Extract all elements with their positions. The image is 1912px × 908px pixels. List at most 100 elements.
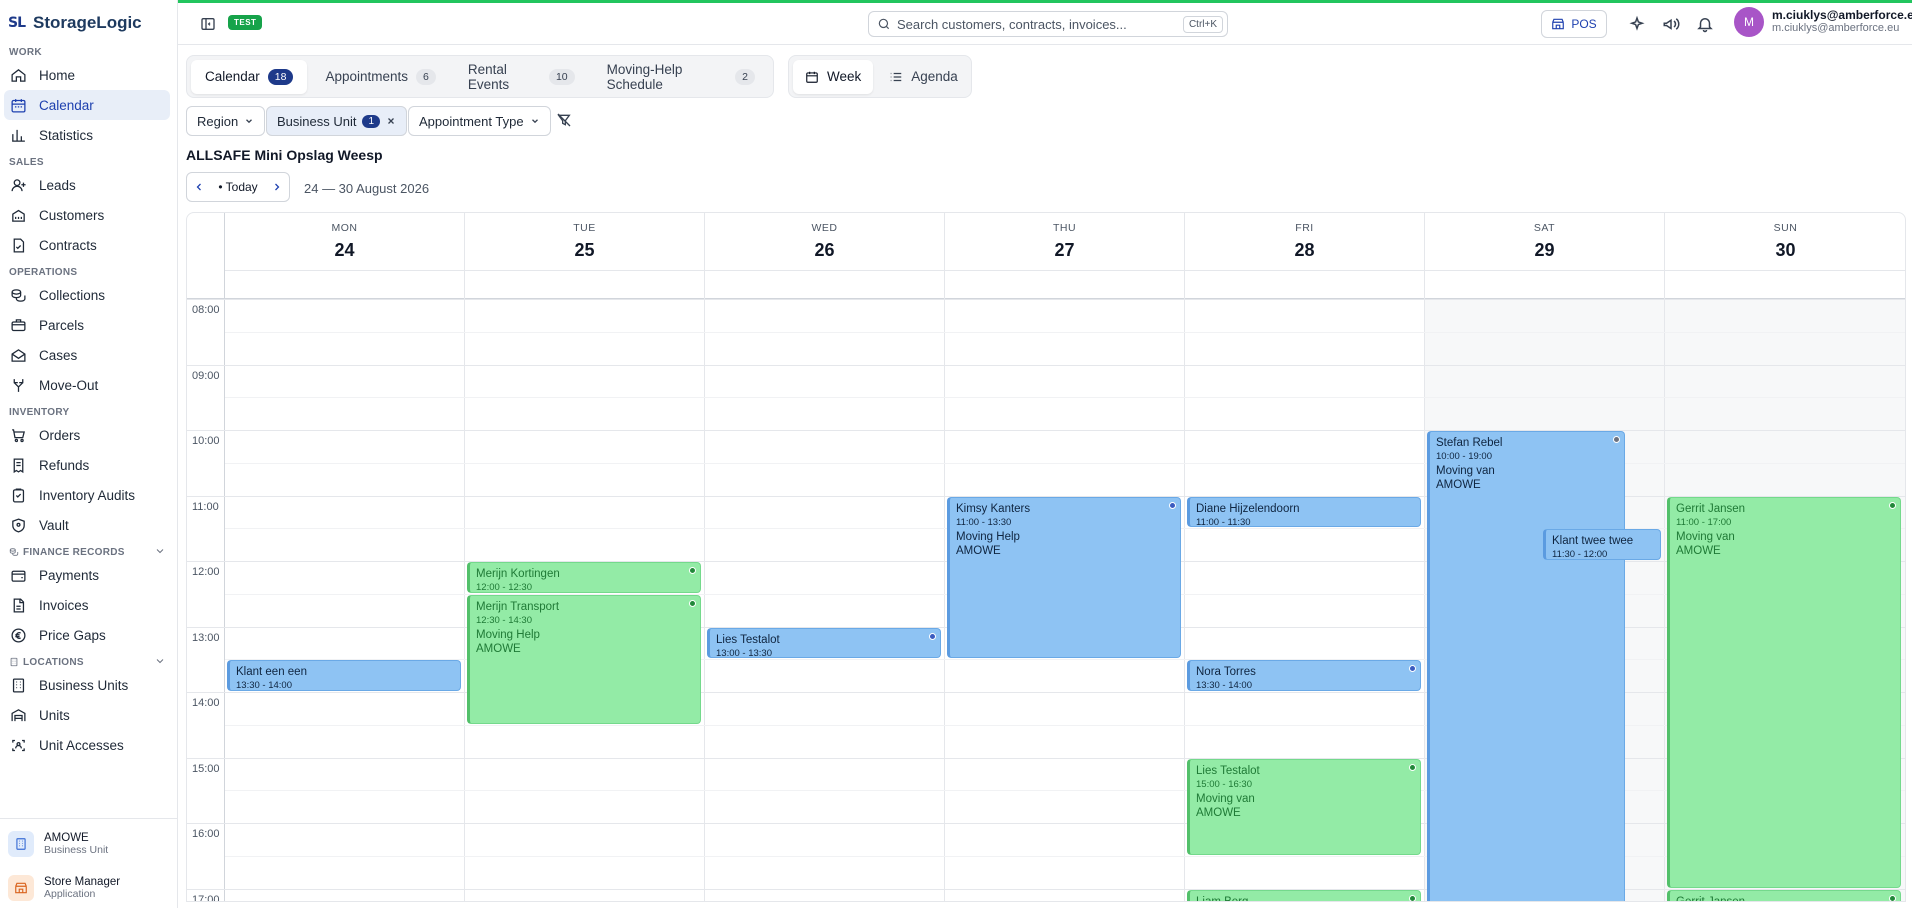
sidebar-item-move-out[interactable]: Move-Out [4, 370, 170, 400]
bell-icon[interactable] [1696, 15, 1714, 33]
application-switcher[interactable]: Store Manager Application [0, 869, 178, 907]
calendar-event[interactable]: Merijn Transport 12:30 - 14:30 Moving Help… [467, 594, 701, 724]
calendar-event[interactable]: Gerrit Jansen [1667, 889, 1901, 901]
sidebar-toggle-icon[interactable] [200, 16, 216, 32]
nav-section-inventory: INVENTORY [0, 404, 178, 420]
sidebar-item-invoices[interactable]: Invoices [4, 590, 170, 620]
event-time: 15:00 - 16:30 [1196, 778, 1252, 790]
sidebar-item-unit-accesses[interactable]: Unit Accesses [4, 730, 170, 760]
day-of-week: SAT [1533, 222, 1556, 234]
sidebar-item-home[interactable]: Home [4, 60, 170, 90]
calendar-event[interactable]: Klant een een 13:30 - 14:00 [227, 660, 461, 691]
user-menu[interactable]: M m.ciuklys@amberforce.eu m.ciuklys@ambe… [1734, 7, 1912, 37]
nav-section-title: OPERATIONS [9, 266, 78, 278]
sidebar-item-orders[interactable]: Orders [4, 420, 170, 450]
view-week[interactable]: Week [793, 59, 874, 94]
brand[interactable]: SL StorageLogic [8, 12, 142, 34]
calendar-event[interactable]: Liam Berg [1187, 889, 1421, 901]
day-column[interactable] [705, 299, 945, 901]
global-search[interactable]: Ctrl+K [868, 11, 1228, 37]
clear-filters-icon[interactable] [556, 112, 572, 128]
calendar-event[interactable]: Kimsy Kanters 11:00 - 13:30 Moving Help AMO… [947, 496, 1181, 659]
event-time: 11:00 - 17:00 [1676, 516, 1732, 528]
sidebar-item-parcels[interactable]: Parcels [4, 310, 170, 340]
time-label: 08:00 [192, 304, 220, 316]
tab-count: 18 [267, 68, 294, 85]
chevron-right-icon[interactable] [271, 181, 283, 193]
sidebar-item-units[interactable]: Units [4, 700, 170, 730]
sidebar-item-calendar[interactable]: Calendar [4, 90, 170, 120]
tab-calendar[interactable]: Calendar 18 [191, 59, 308, 94]
day-of-week: SUN [1773, 222, 1798, 234]
megaphone-icon[interactable] [1662, 15, 1680, 33]
business-unit-filter[interactable]: Business Unit 1 [266, 106, 408, 136]
chevron-down-icon[interactable] [154, 545, 166, 557]
nav-section-locations[interactable]: LOCATIONS [0, 654, 178, 670]
warehouse-icon [11, 708, 26, 721]
nav-section-operations: OPERATIONS [0, 264, 178, 280]
day-header[interactable]: FRI 28 [1185, 213, 1425, 299]
time-label: 12:00 [192, 566, 220, 578]
day-header[interactable]: TUE 25 [465, 213, 705, 299]
hour-gridline [187, 888, 1905, 890]
pos-button[interactable]: POS [1541, 10, 1607, 38]
hour-gridline [187, 757, 1905, 759]
calendar-event[interactable]: Nora Torres 13:30 - 14:00 [1187, 660, 1421, 691]
sidebar-item-statistics[interactable]: Statistics [4, 120, 170, 150]
event-title: Gerrit Jansen [1676, 502, 1746, 515]
sidebar-item-refunds[interactable]: Refunds [4, 450, 170, 480]
sidebar-item-leads[interactable]: Leads [4, 170, 170, 200]
hour-gridline [187, 299, 1905, 300]
calendar-event[interactable]: Lies Testalot 15:00 - 16:30 Moving van AMOW… [1187, 758, 1421, 855]
calendar-event[interactable]: Merijn Kortingen 12:00 - 12:30 [467, 562, 701, 593]
today-button[interactable]: • Today [218, 180, 257, 194]
region-filter[interactable]: Region [186, 106, 266, 136]
day-header[interactable]: WED 26 [705, 213, 945, 299]
sidebar-item-customers[interactable]: Customers [4, 200, 170, 230]
office-icon [9, 657, 19, 667]
clipboard-icon [12, 487, 25, 503]
chevron-down-icon[interactable] [154, 655, 166, 667]
sparkles-icon[interactable] [1628, 15, 1646, 33]
date-range: 24 — 30 August 2026 [304, 181, 430, 196]
half-hour-gridline [225, 790, 1905, 792]
calendar-event[interactable]: Diane Hijzelendoorn 11:00 - 11:30 [1187, 496, 1421, 528]
tab-moving-help-schedule[interactable]: Moving-Help Schedule 2 [593, 60, 769, 94]
day-of-week: MON [331, 222, 358, 234]
calendar-event[interactable]: Gerrit Jansen 11:00 - 17:00 Moving van AMOW… [1667, 496, 1901, 888]
day-of-week: TUE [573, 222, 596, 234]
day-header[interactable]: MON 24 [225, 213, 465, 299]
calendar-header: MON 24 TUE 25 WED 26 THU 27 FRI 28 SAT 29 SUN 30 [187, 213, 1905, 299]
day-number: 25 [574, 240, 595, 260]
calendar-event[interactable]: Lies Testalot 13:00 - 13:30 [707, 627, 941, 659]
sidebar-item-cases[interactable]: Cases [4, 340, 170, 370]
calendar-event[interactable]: Stefan Rebel 10:00 - 19:00 Moving van AMOWE [1427, 431, 1625, 901]
tab-rental-events[interactable]: Rental Events 10 [454, 60, 589, 94]
nav-section-finance-records[interactable]: FINANCE RECORDS [0, 544, 178, 560]
sidebar-item-inventory-audits[interactable]: Inventory Audits [4, 480, 170, 510]
search-input[interactable] [897, 16, 1177, 32]
sidebar-item-business-units[interactable]: Business Units [4, 670, 170, 700]
cart-icon [12, 428, 25, 442]
chevron-left-icon[interactable] [193, 181, 205, 193]
close-icon[interactable] [386, 116, 396, 126]
view-agenda[interactable]: Agenda [877, 60, 970, 94]
calendar-event[interactable]: Klant twee twee 11:30 - 12:00 [1543, 529, 1661, 560]
day-header[interactable]: SUN 30 [1665, 213, 1905, 299]
day-header[interactable]: SAT 29 [1425, 213, 1665, 299]
appointment-type-filter[interactable]: Appointment Type [408, 106, 551, 136]
event-title: Diane Hijzelendoorn [1196, 502, 1300, 515]
sidebar-item-vault[interactable]: Vault [4, 510, 170, 540]
day-column[interactable] [225, 299, 465, 901]
day-header[interactable]: THU 27 [945, 213, 1185, 299]
sidebar-item-label: Leads [39, 177, 76, 193]
sidebar-item-payments[interactable]: Payments [4, 560, 170, 590]
sidebar-item-price-gaps[interactable]: Price Gaps [4, 620, 170, 650]
business-unit-switcher[interactable]: AMOWE Business Unit [0, 825, 178, 863]
sidebar-item-collections[interactable]: Collections [4, 280, 170, 310]
sidebar-item-label: Unit Accesses [39, 737, 124, 753]
sidebar-item-contracts[interactable]: Contracts [4, 230, 170, 260]
tab-appointments[interactable]: Appointments 6 [311, 60, 449, 94]
sidebar-item-label: Orders [39, 427, 81, 443]
hour-gridline [187, 364, 1905, 366]
